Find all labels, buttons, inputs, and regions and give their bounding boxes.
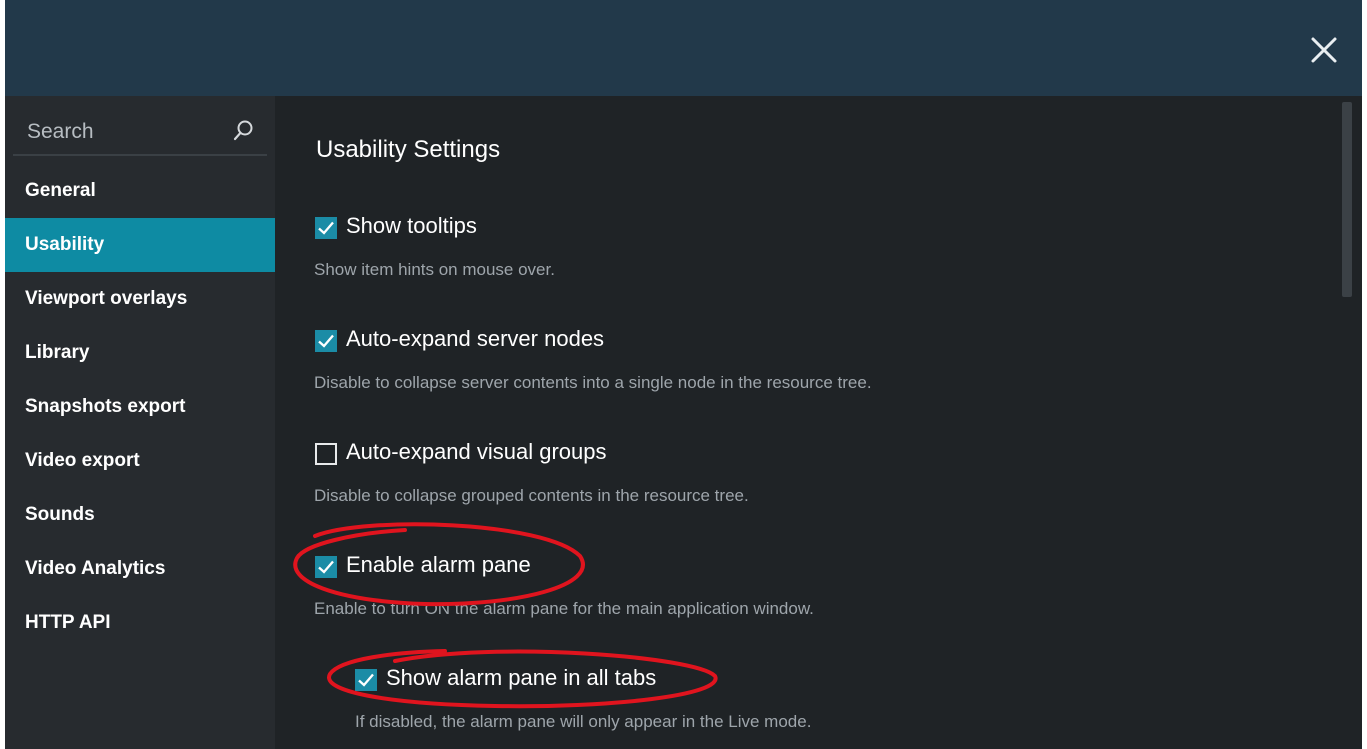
close-button[interactable] [1306,32,1342,68]
sidebar-item-viewport-overlays[interactable]: Viewport overlays [5,272,275,326]
sidebar-item-video-export[interactable]: Video export [5,434,275,488]
auto-expand-server-nodes-label[interactable]: Auto-expand server nodes [346,326,604,352]
auto-expand-visual-groups-checkbox[interactable] [315,443,337,465]
show-tooltips-description: Show item hints on mouse over. [314,260,555,279]
auto-expand-visual-groups-description: Disable to collapse grouped contents in … [314,486,749,505]
show-tooltips-checkbox[interactable] [315,217,337,239]
sidebar-item-snapshots-export[interactable]: Snapshots export [5,380,275,434]
auto-expand-server-nodes-description: Disable to collapse server contents into… [314,373,872,392]
enable-alarm-pane-label[interactable]: Enable alarm pane [346,552,531,578]
scrollbar[interactable] [1342,102,1352,747]
checkmark-icon [318,560,334,574]
show-alarm-pane-all-tabs-label[interactable]: Show alarm pane in all tabs [386,665,656,691]
title-bar [5,0,1362,96]
sidebar-item-video-analytics[interactable]: Video Analytics [5,542,275,596]
sidebar-item-http-api[interactable]: HTTP API [5,596,275,650]
auto-expand-server-nodes-checkbox[interactable] [315,330,337,352]
sidebar-item-usability[interactable]: Usability [5,218,275,272]
show-alarm-pane-all-tabs-checkbox[interactable] [355,669,377,691]
page-title: Usability Settings [316,136,501,163]
sidebar-item-library[interactable]: Library [5,326,275,380]
settings-dialog: General Usability Viewport overlays Libr… [5,0,1362,749]
sidebar: General Usability Viewport overlays Libr… [5,96,275,749]
scrollbar-thumb[interactable] [1342,102,1352,297]
search-icon[interactable] [231,118,257,144]
show-alarm-pane-all-tabs-description: If disabled, the alarm pane will only ap… [355,712,812,731]
show-tooltips-label[interactable]: Show tooltips [346,213,477,239]
enable-alarm-pane-description: Enable to turn ON the alarm pane for the… [314,599,814,618]
sidebar-item-sounds[interactable]: Sounds [5,488,275,542]
auto-expand-visual-groups-label[interactable]: Auto-expand visual groups [346,439,607,465]
checkmark-icon [358,673,374,687]
enable-alarm-pane-checkbox[interactable] [315,556,337,578]
search-box [13,110,267,156]
sidebar-item-general[interactable]: General [5,164,275,218]
search-input[interactable] [25,116,229,148]
settings-content: Usability Settings Show tooltips Show it… [275,96,1362,749]
checkmark-icon [318,334,334,348]
close-icon [1311,37,1337,63]
annotation-highlights [293,522,718,709]
checkmark-icon [318,221,334,235]
